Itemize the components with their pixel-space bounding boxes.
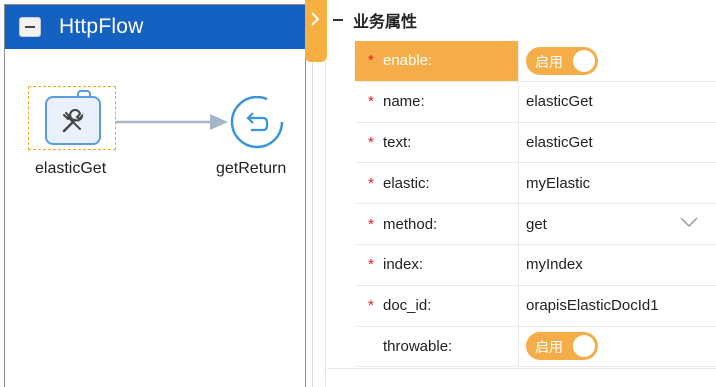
prop-row-method: * method: get [355, 204, 716, 245]
prop-label: index: [383, 256, 424, 274]
node-label-elasticget: elasticGet [35, 160, 107, 177]
prop-row-throwable: throwable: 启用 [355, 326, 716, 368]
required-mark: * [368, 133, 374, 151]
flow-node-elasticget[interactable] [28, 86, 116, 150]
toolbox-icon [45, 90, 101, 145]
required-mark: * [368, 93, 374, 111]
panel-toggle-tab[interactable] [305, 0, 327, 62]
prop-row-doc-id: * doc_id: orapisElasticDocId1 [355, 285, 716, 327]
enable-toggle[interactable]: 启用 [526, 46, 598, 75]
properties-table: * enable: 启用 * name: elasticGet * text: ela… [355, 41, 716, 368]
prop-label: doc_id: [383, 297, 432, 315]
chevron-right-icon [311, 12, 320, 26]
prop-label: text: [383, 133, 412, 151]
required-mark: * [368, 256, 374, 274]
prop-value-name[interactable]: elasticGet [526, 82, 716, 122]
prop-row-enable: * enable: 启用 [355, 41, 716, 82]
prop-key: * enable: [355, 41, 519, 81]
section-header[interactable]: 业务属性 [333, 8, 417, 32]
prop-row-elastic: * elastic: myElastic [355, 163, 716, 205]
prop-row-name: * name: elasticGet [355, 81, 716, 123]
throwable-toggle[interactable]: 启用 [526, 332, 598, 361]
node-label-getreturn: getReturn [216, 160, 287, 177]
section-title: 业务属性 [353, 14, 418, 31]
flow-node-getreturn[interactable] [229, 95, 285, 152]
prop-label: enable: [383, 52, 433, 70]
tools-icon [62, 109, 84, 133]
prop-value-index[interactable]: myIndex [526, 245, 716, 285]
method-select[interactable]: get [526, 204, 716, 244]
prop-label: elastic: [383, 174, 430, 192]
required-mark: * [368, 52, 374, 70]
required-mark: * [368, 174, 374, 192]
prop-label: method: [383, 215, 438, 233]
prop-row-index: * index: myIndex [355, 244, 716, 286]
prop-label: throwable: [383, 337, 453, 355]
method-select-value: get [526, 215, 547, 233]
chevron-down-icon [680, 217, 698, 228]
prop-value-elastic[interactable]: myElastic [526, 163, 716, 203]
table-bottom-border [327, 368, 716, 369]
toggle-label: 启用 [535, 53, 563, 70]
prop-value-doc-id[interactable]: orapisElasticDocId1 [526, 286, 716, 326]
required-mark: * [368, 297, 374, 315]
prop-row-text: * text: elasticGet [355, 122, 716, 164]
return-icon [230, 95, 284, 149]
collapse-minus-icon [333, 19, 343, 21]
required-mark: * [368, 215, 374, 233]
flow-panel: HttpFlow elasticGet getReturn [0, 0, 312, 387]
flow-connector [116, 114, 228, 130]
prop-label: name: [383, 93, 425, 111]
prop-value-text[interactable]: elasticGet [526, 123, 716, 163]
toggle-label: 启用 [535, 339, 563, 356]
